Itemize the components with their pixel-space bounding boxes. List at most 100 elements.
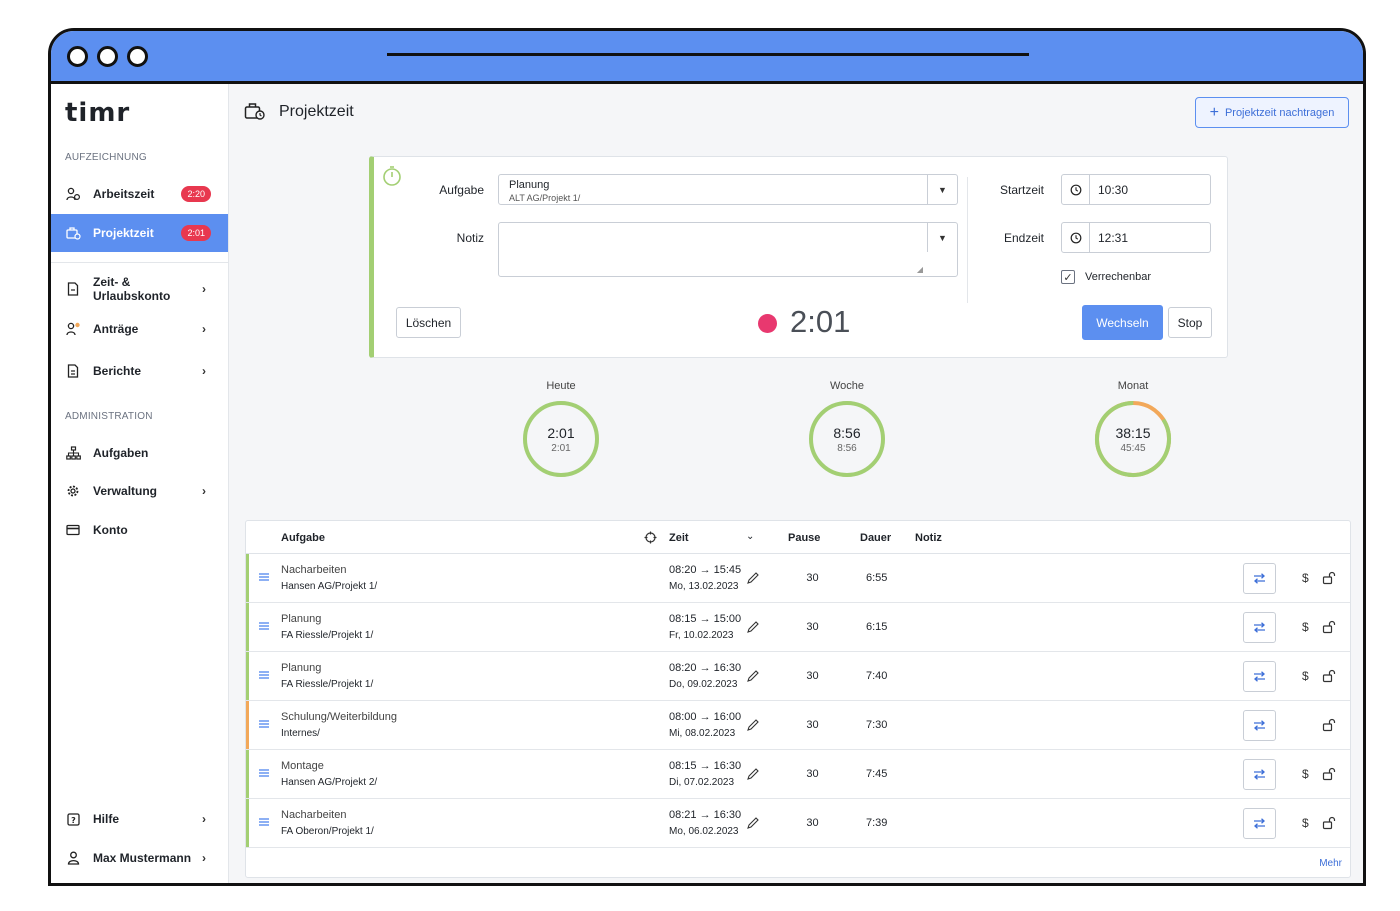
row-pause: 30 <box>806 572 819 584</box>
start-time-label: Startzeit <box>999 183 1044 197</box>
menu-lines-icon[interactable] <box>258 571 270 583</box>
row-task: Planung <box>281 662 322 674</box>
unlock-icon[interactable] <box>1322 620 1336 634</box>
swap-arrows-icon <box>1254 671 1265 682</box>
caret-down-icon[interactable]: ▼ <box>927 175 957 204</box>
switch-task-button[interactable] <box>1243 661 1276 692</box>
switch-task-button[interactable] <box>1243 759 1276 790</box>
column-header-note[interactable]: Notiz <box>915 532 942 544</box>
pencil-icon[interactable] <box>746 620 760 634</box>
section-label-recording: AUFZEICHNUNG <box>65 152 147 163</box>
elapsed-time: 2:01 <box>790 304 851 339</box>
menu-lines-icon[interactable] <box>258 669 270 681</box>
document-icon <box>65 281 81 297</box>
timer-badge: 2:01 <box>181 225 211 241</box>
menu-lines-icon[interactable] <box>258 620 270 632</box>
switch-button[interactable]: Wechseln <box>1082 305 1163 340</box>
unlock-icon[interactable] <box>1322 718 1336 732</box>
end-time-input[interactable]: 12:31 <box>1061 222 1211 253</box>
row-pause: 30 <box>806 719 819 731</box>
row-project: Hansen AG/Projekt 1/ <box>281 581 378 592</box>
pencil-icon[interactable] <box>746 718 760 732</box>
pencil-icon[interactable] <box>746 669 760 683</box>
switch-task-button[interactable] <box>1243 612 1276 643</box>
unlock-icon[interactable] <box>1322 571 1336 585</box>
crosshair-icon[interactable] <box>644 531 657 544</box>
row-color-bar <box>246 603 249 651</box>
delete-button[interactable]: Löschen <box>396 307 461 338</box>
row-date: Mi, 08.02.2023 <box>669 728 736 739</box>
more-link[interactable]: Mehr <box>1319 858 1342 869</box>
table-row[interactable]: Planung FA Riessle/Projekt 1/ 08:20 → 16… <box>246 652 1350 701</box>
sidebar-item-user[interactable]: Max Mustermann › <box>51 839 228 877</box>
sidebar-item-berichte[interactable]: Berichte › <box>51 352 228 390</box>
table-row[interactable]: Montage Hansen AG/Projekt 2/ 08:15 → 16:… <box>246 750 1350 799</box>
add-project-time-button[interactable]: + Projektzeit nachtragen <box>1195 97 1349 128</box>
stop-button[interactable]: Stop <box>1168 307 1212 338</box>
switch-task-button[interactable] <box>1243 710 1276 741</box>
section-label-admin: ADMINISTRATION <box>65 411 153 422</box>
plus-icon: + <box>1209 103 1219 121</box>
column-header-pause[interactable]: Pause <box>788 532 820 544</box>
row-color-bar <box>246 701 249 749</box>
sidebar-item-antraege[interactable]: Anträge › <box>51 310 228 348</box>
switch-task-button[interactable] <box>1243 808 1276 839</box>
timer-card: Aufgabe Planung ALT AG/Projekt 1/ ▼ Noti… <box>369 156 1228 358</box>
start-time-input[interactable]: 10:30 <box>1061 174 1211 205</box>
table-row[interactable]: Planung FA Riessle/Projekt 1/ 08:15 → 15… <box>246 603 1350 652</box>
row-time-range: 08:15 → 16:30 <box>669 760 742 772</box>
sidebar-item-hilfe[interactable]: ? Hilfe › <box>51 800 228 838</box>
window-minimize-dot[interactable] <box>97 46 118 67</box>
row-duration: 7:45 <box>866 768 888 780</box>
task-select-project: ALT AG/Projekt 1/ <box>509 193 581 203</box>
sidebar-item-verwaltung[interactable]: Verwaltung › <box>51 472 228 510</box>
pencil-icon[interactable] <box>746 816 760 830</box>
row-date: Mo, 06.02.2023 <box>669 826 739 837</box>
pencil-icon[interactable] <box>746 767 760 781</box>
resize-handle-icon[interactable]: ◢ <box>917 265 923 274</box>
window-maximize-dot[interactable] <box>127 46 148 67</box>
window-close-dot[interactable] <box>67 46 88 67</box>
swap-arrows-icon <box>1254 622 1265 633</box>
column-header-task[interactable]: Aufgabe <box>281 532 325 544</box>
row-color-bar <box>246 750 249 798</box>
row-time-range: 08:00 → 16:00 <box>669 711 742 723</box>
task-select[interactable]: Planung ALT AG/Projekt 1/ ▼ <box>498 174 958 205</box>
summary-label-week: Woche <box>829 380 865 392</box>
unlock-icon[interactable] <box>1322 669 1336 683</box>
chevron-down-icon[interactable]: ⌄ <box>746 531 754 542</box>
app-logo[interactable]: timr <box>65 98 130 128</box>
menu-lines-icon[interactable] <box>258 816 270 828</box>
row-duration: 7:30 <box>866 719 888 731</box>
sidebar-item-zeitkonto[interactable]: Zeit- & Urlaubskonto › <box>51 270 228 308</box>
note-textarea[interactable]: ◢ ▼ <box>498 222 958 277</box>
row-pause: 30 <box>806 817 819 829</box>
page-title: Projektzeit <box>279 103 354 120</box>
row-duration: 7:40 <box>866 670 888 682</box>
unlock-icon[interactable] <box>1322 767 1336 781</box>
menu-lines-icon[interactable] <box>258 767 270 779</box>
add-project-time-label: Projektzeit nachtragen <box>1224 106 1335 119</box>
chevron-right-icon: › <box>202 812 206 826</box>
sidebar-item-aufgaben[interactable]: Aufgaben <box>51 434 228 472</box>
summary-sub-week: 8:56 <box>837 443 857 454</box>
menu-lines-icon[interactable] <box>258 718 270 730</box>
swap-arrows-icon <box>1254 720 1265 731</box>
pencil-icon[interactable] <box>746 571 760 585</box>
unlock-icon[interactable] <box>1322 816 1336 830</box>
column-header-time[interactable]: Zeit <box>669 532 689 544</box>
switch-task-button[interactable] <box>1243 563 1276 594</box>
address-bar[interactable] <box>387 53 1029 56</box>
sidebar-item-projektzeit[interactable]: Projektzeit 2:01 <box>51 214 228 252</box>
sidebar-item-konto[interactable]: Konto <box>51 511 228 549</box>
caret-down-icon[interactable]: ▼ <box>927 223 957 252</box>
end-time-label: Endzeit <box>1003 231 1044 245</box>
table-row[interactable]: Schulung/Weiterbildung Internes/ 08:00 →… <box>246 701 1350 750</box>
table-row[interactable]: Nacharbeiten FA Oberon/Projekt 1/ 08:21 … <box>246 799 1350 848</box>
table-row[interactable]: Nacharbeiten Hansen AG/Projekt 1/ 08:20 … <box>246 554 1350 603</box>
billable-checkbox[interactable]: ✓ <box>1061 270 1075 284</box>
recording-indicator <box>758 314 777 333</box>
user-request-icon <box>65 321 81 337</box>
sidebar-item-arbeitszeit[interactable]: Arbeitszeit 2:20 <box>51 175 228 213</box>
column-header-duration[interactable]: Dauer <box>860 532 891 544</box>
